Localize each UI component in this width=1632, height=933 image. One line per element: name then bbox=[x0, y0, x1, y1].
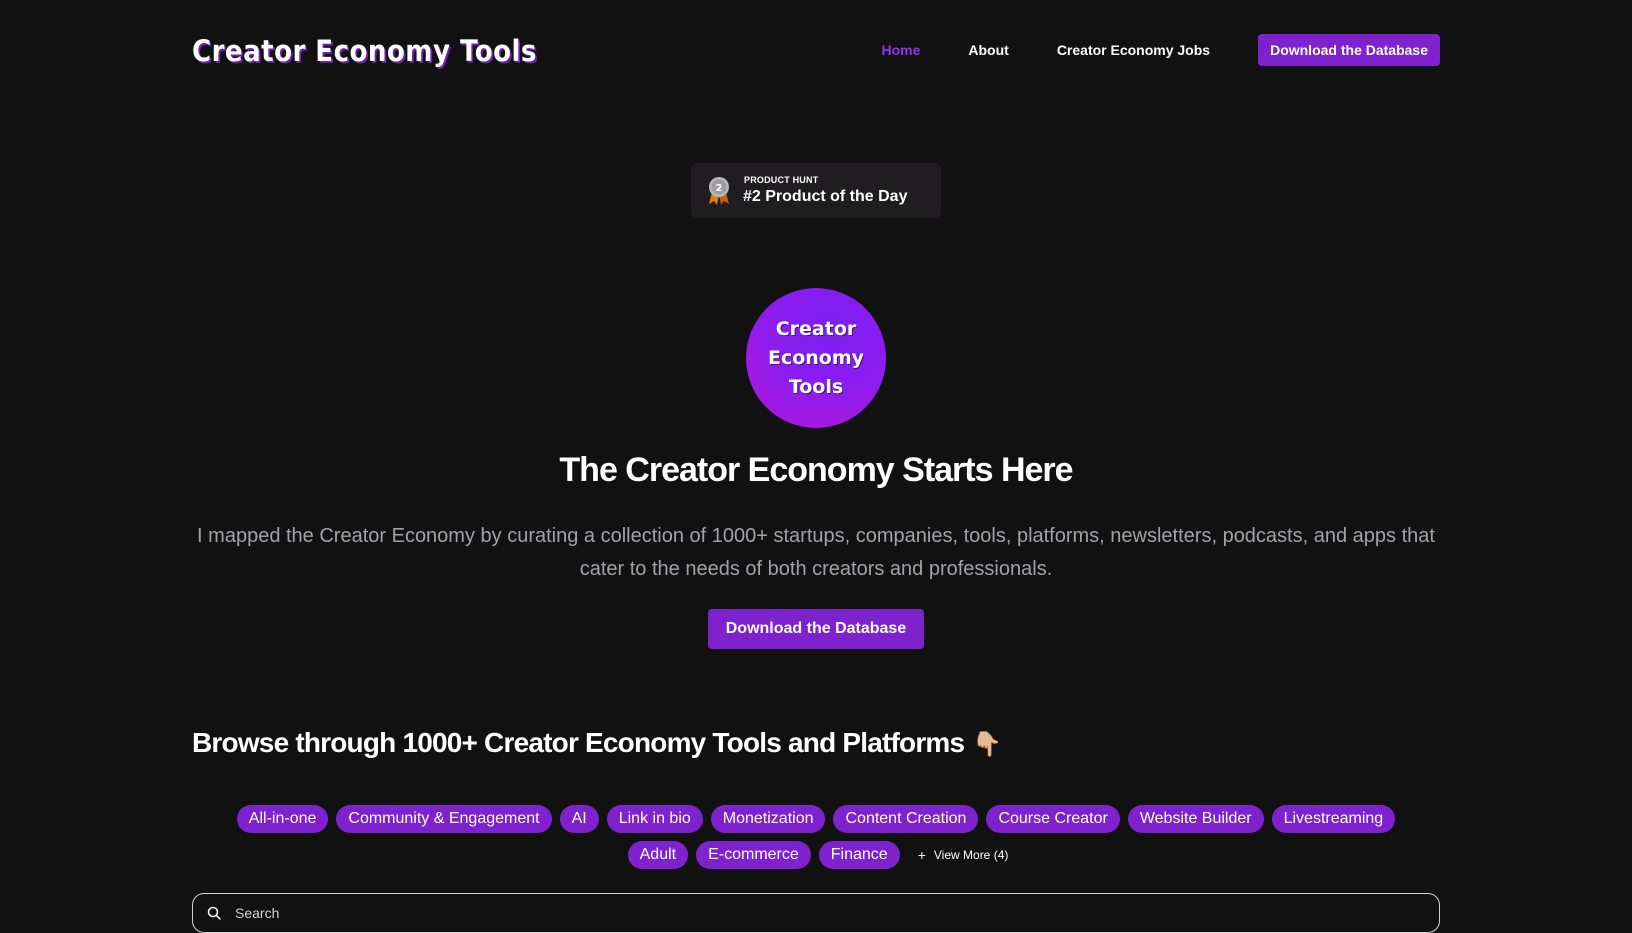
tag-course-creator[interactable]: Course Creator bbox=[986, 805, 1120, 833]
search-icon bbox=[207, 906, 221, 920]
nav-download-button[interactable]: Download the Database bbox=[1258, 34, 1440, 66]
tag-monetization[interactable]: Monetization bbox=[710, 805, 826, 833]
view-more-button[interactable]: + View More (4) bbox=[918, 847, 1009, 863]
hero-title: The Creator Economy Starts Here bbox=[559, 451, 1073, 489]
tag-all-in-one[interactable]: All-in-one bbox=[236, 805, 329, 833]
pointing-down-icon: 👇🏼 bbox=[972, 731, 1002, 758]
nav-link-jobs[interactable]: Creator Economy Jobs bbox=[1057, 42, 1210, 58]
top-navbar: Creator Economy Tools Home About Creator… bbox=[192, 28, 1440, 74]
hero-logo-line: Economy bbox=[767, 346, 865, 369]
hero-download-button[interactable]: Download the Database bbox=[708, 609, 924, 649]
tag-finance[interactable]: Finance bbox=[818, 841, 900, 869]
category-tags-row-2: Adult E-commerce Finance + View More (4) bbox=[0, 841, 1632, 869]
plus-icon: + bbox=[917, 847, 926, 863]
nav-link-about[interactable]: About bbox=[968, 42, 1008, 58]
nav-link-home[interactable]: Home bbox=[881, 42, 920, 58]
tag-website-builder[interactable]: Website Builder bbox=[1127, 805, 1264, 833]
product-hunt-label: PRODUCT HUNT bbox=[744, 175, 819, 185]
browse-title: Browse through 1000+ Creator Economy Too… bbox=[192, 727, 1002, 759]
tag-community-engagement[interactable]: Community & Engagement bbox=[336, 805, 552, 833]
tag-link-in-bio[interactable]: Link in bio bbox=[606, 805, 703, 833]
hero-logo-line: Creator bbox=[775, 317, 857, 340]
site-logo[interactable]: Creator Economy Tools bbox=[192, 34, 537, 68]
medal-number: 2 bbox=[716, 183, 723, 194]
tag-adult[interactable]: Adult bbox=[627, 841, 689, 869]
medal-icon: 2 bbox=[709, 177, 729, 205]
hero-description: I mapped the Creator Economy by curating… bbox=[197, 525, 1435, 580]
view-more-label: View More (4) bbox=[933, 848, 1009, 862]
hero-logo: Creator Economy Tools bbox=[746, 288, 886, 428]
tag-content-creation[interactable]: Content Creation bbox=[833, 805, 979, 833]
nav-links: Home About Creator Economy Jobs Download… bbox=[881, 34, 1440, 66]
product-hunt-rank: #2 Product of the Day bbox=[743, 188, 908, 205]
category-tags-row-1: All-in-one Community & Engagement AI Lin… bbox=[0, 805, 1632, 833]
tag-e-commerce[interactable]: E-commerce bbox=[696, 841, 811, 869]
tag-livestreaming[interactable]: Livestreaming bbox=[1271, 805, 1396, 833]
search-input[interactable] bbox=[233, 900, 1413, 926]
search-box bbox=[192, 893, 1440, 933]
tag-ai[interactable]: AI bbox=[559, 805, 599, 833]
browse-title-text: Browse through 1000+ Creator Economy Too… bbox=[192, 727, 965, 758]
product-hunt-badge[interactable]: 2 PRODUCT HUNT #2 Product of the Day bbox=[691, 163, 941, 218]
hero-logo-line: Tools bbox=[788, 375, 844, 398]
